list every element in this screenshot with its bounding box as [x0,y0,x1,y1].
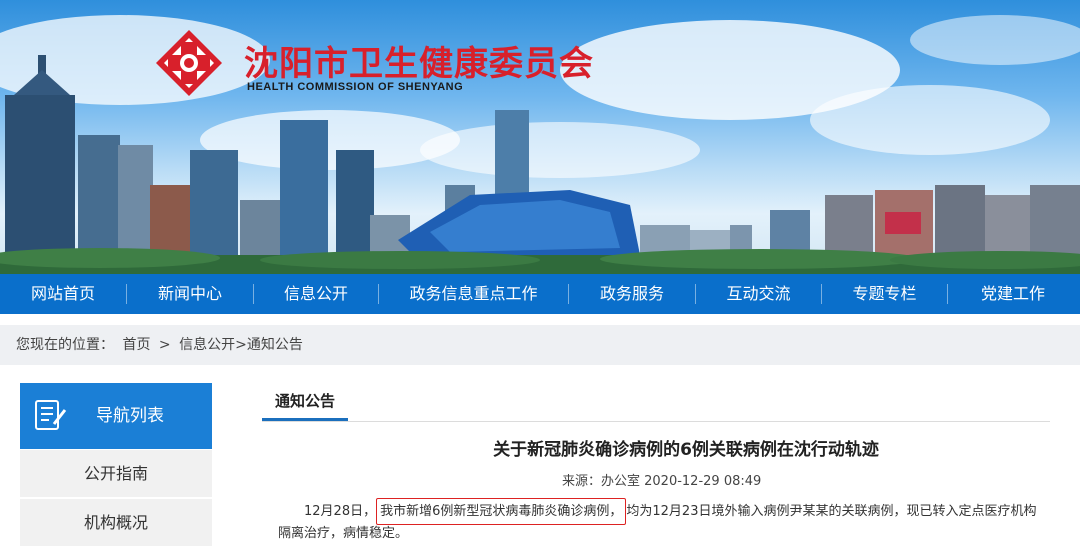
breadcrumb-home-link[interactable]: 首页 [122,337,150,353]
breadcrumb-separator: > [235,337,247,353]
article-meta: 来源：办公室 2020-12-29 08:49 [562,474,762,489]
breadcrumb-prefix: 您现在的位置： [16,337,114,353]
sidebar-item-disclosure-guide[interactable]: 公开指南 [20,450,212,498]
commission-emblem-icon [156,30,222,96]
sidebar-item-organization[interactable]: 机构概况 [20,499,212,547]
section-tab-bar: 通知公告 [262,383,1050,422]
article-text-start: 12月28日， [304,504,377,519]
main-content: 通知公告 关于新冠肺炎确诊病例的6例关联病例在沈行动轨迹 来源：办公室 2020… [262,383,1050,541]
breadcrumb-section-link[interactable]: 信息公开 [179,337,235,353]
breadcrumb-separator: > [158,337,171,353]
nav-item-interaction[interactable]: 互动交流 [696,274,821,314]
main-navigation: 网站首页 新闻中心 信息公开 政务信息重点工作 政务服务 互动交流 专题专栏 党… [0,274,1080,314]
site-subtitle: HEALTH COMMISSION OF SHENYANG [247,81,464,93]
nav-item-info-disclosure[interactable]: 信息公开 [254,274,378,314]
document-edit-icon [35,400,67,430]
sidebar-header: 导航列表 [20,383,212,449]
site-title: 沈阳市卫生健康委员会 [244,44,594,84]
sidebar: 导航列表 公开指南 机构概况 [20,383,212,547]
header-banner: 沈阳市卫生健康委员会 HEALTH COMMISSION OF SHENYANG [0,0,1080,274]
nav-item-special-topics[interactable]: 专题专栏 [822,274,947,314]
highlighted-text: 我市新增6例新型冠状病毒肺炎确诊病例， [376,498,627,525]
article-body: 12月28日， 我市新增6例新型冠状病毒肺炎确诊病例， 均为12月23日境外输入病例… [278,498,1038,545]
nav-item-party-building[interactable]: 党建工作 [948,274,1078,314]
nav-item-key-work[interactable]: 政务信息重点工作 [379,274,568,314]
nav-item-gov-service[interactable]: 政务服务 [569,274,695,314]
sidebar-title: 导航列表 [96,406,164,426]
nav-item-home[interactable]: 网站首页 [0,274,126,314]
tab-notices[interactable]: 通知公告 [262,383,348,421]
nav-item-news[interactable]: 新闻中心 [127,274,253,314]
breadcrumb-current-link[interactable]: 通知公告 [247,337,303,353]
article-title: 关于新冠肺炎确诊病例的6例关联病例在沈行动轨迹 [493,440,879,460]
breadcrumb: 您现在的位置： 首页 > 信息公开>通知公告 [0,325,1080,365]
